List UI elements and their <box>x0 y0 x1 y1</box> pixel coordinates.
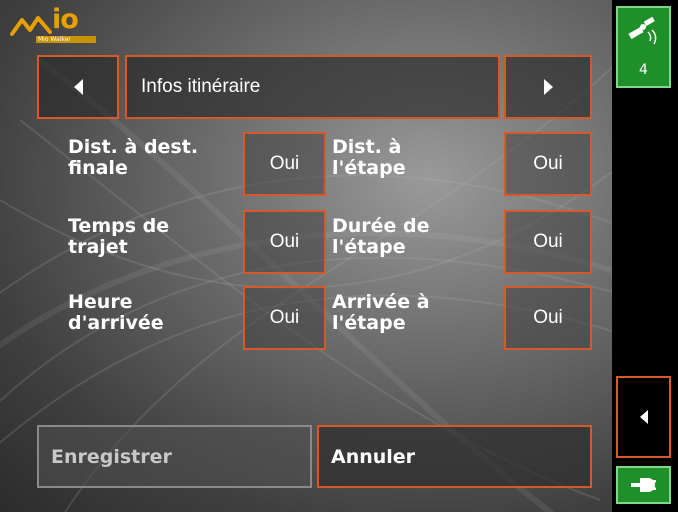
main-panel: io Mio Walker Infos itinéraire Dist. à d… <box>0 0 612 512</box>
toggle-dist-etape[interactable]: Oui <box>504 132 592 196</box>
previous-page-button[interactable] <box>37 55 119 119</box>
cancel-button[interactable]: Annuler <box>317 425 592 488</box>
save-button[interactable]: Enregistrer <box>37 425 312 488</box>
toggle-duree-etape[interactable]: Oui <box>504 210 592 274</box>
satellite-count: 4 <box>639 62 648 78</box>
toggle-dist-dest[interactable]: Oui <box>243 132 326 196</box>
option-label-arrivee-etape: Arrivée à l'étape <box>332 291 430 334</box>
logo-swoosh-icon <box>10 16 52 36</box>
option-label-dist-etape: Dist. à l'étape <box>332 136 406 179</box>
logo-text: io <box>52 4 79 35</box>
mio-logo: io Mio Walker <box>10 4 110 46</box>
power-plug-icon <box>630 478 656 492</box>
power-status-button[interactable] <box>616 466 671 504</box>
gps-status-button[interactable]: 4 <box>616 6 671 88</box>
triangle-right-icon <box>543 79 553 95</box>
logo-subtitle: Mio Walker <box>36 36 96 43</box>
toggle-arrivee-etape[interactable]: Oui <box>504 286 592 350</box>
next-page-button[interactable] <box>504 55 592 119</box>
triangle-left-icon <box>73 79 83 95</box>
satellite-icon <box>628 16 657 45</box>
toggle-temps-trajet[interactable]: Oui <box>243 210 326 274</box>
option-label-temps-trajet: Temps de trajet <box>68 215 170 258</box>
page-title: Infos itinéraire <box>125 55 500 119</box>
option-label-duree-etape: Durée de l'étape <box>332 215 430 258</box>
device-screen: io Mio Walker Infos itinéraire Dist. à d… <box>0 0 678 512</box>
sidebar-back-button[interactable] <box>616 376 671 458</box>
toggle-heure-arrivee[interactable]: Oui <box>243 286 326 350</box>
option-label-heure-arrivee: Heure d'arrivée <box>68 291 164 334</box>
triangle-left-icon <box>639 410 648 424</box>
option-label-dist-dest: Dist. à dest. finale <box>68 136 199 179</box>
